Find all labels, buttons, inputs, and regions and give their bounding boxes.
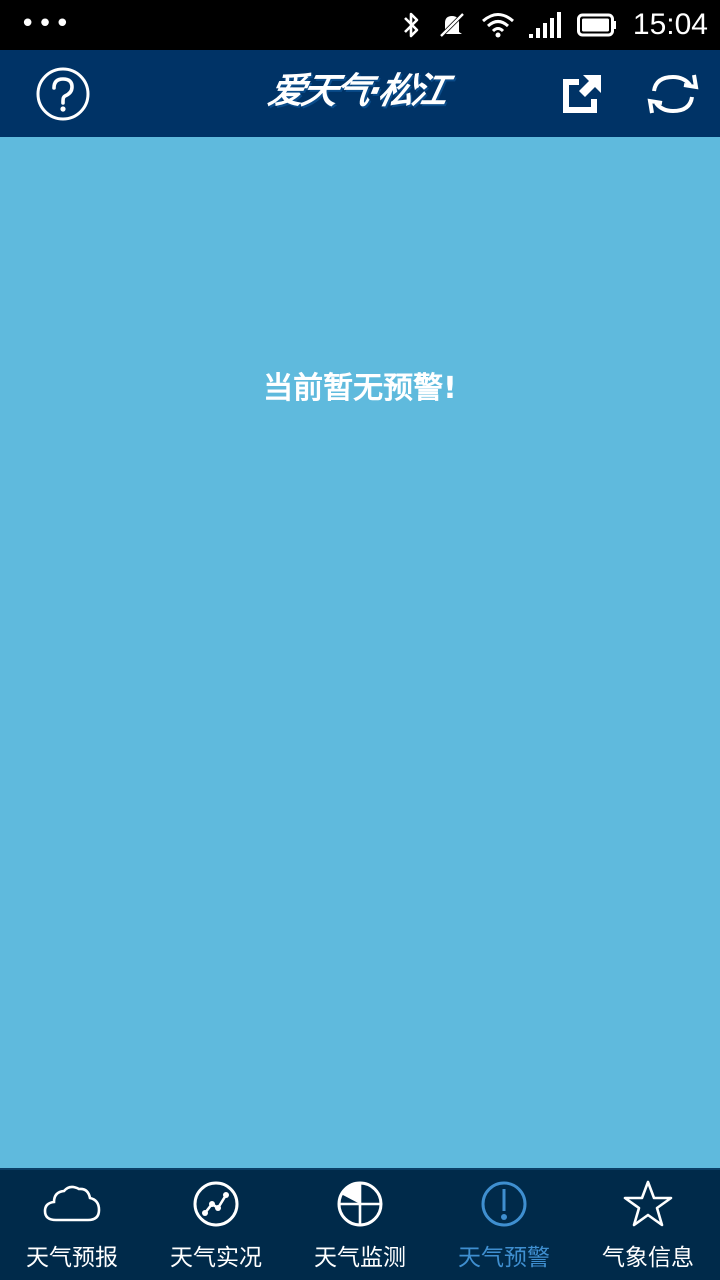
nav-label-warning: 天气预警 (458, 1245, 550, 1271)
status-time: 15:04 (632, 8, 708, 41)
status-icons: 15:04 (401, 0, 708, 50)
cloud-icon (43, 1185, 101, 1222)
help-button[interactable] (30, 50, 96, 137)
nav-item-info[interactable]: 气象信息 (576, 1170, 720, 1280)
alert-icon (481, 1181, 527, 1227)
star-icon (623, 1180, 673, 1227)
trend-icon (193, 1181, 239, 1227)
status-bar: ••• 15:04 (0, 0, 720, 50)
mute-icon (439, 12, 465, 38)
no-warning-message: 当前暂无预警! (263, 371, 457, 406)
refresh-icon (647, 74, 699, 113)
nav-label-info: 气象信息 (602, 1245, 694, 1271)
app-header: 爱天气·松江 (0, 50, 720, 137)
refresh-button[interactable] (640, 50, 706, 137)
battery-icon (576, 13, 616, 37)
nav-item-warning[interactable]: 天气预警 (432, 1170, 576, 1280)
nav-label-monitoring: 天气监测 (314, 1245, 406, 1271)
app-logo: 爱天气·松江 (265, 56, 450, 126)
wifi-icon (481, 13, 514, 38)
nav-item-monitoring[interactable]: 天气监测 (288, 1170, 432, 1280)
more-dots-icon: ••• (20, 9, 73, 39)
nav-label-forecast: 天气预报 (26, 1245, 118, 1271)
nav-label-observation: 天气实况 (170, 1245, 262, 1271)
radar-icon (337, 1181, 383, 1227)
nav-item-forecast[interactable]: 天气预报 (0, 1170, 144, 1280)
bluetooth-icon (404, 12, 419, 38)
warning-content: 当前暂无预警! (0, 137, 720, 1168)
signal-icon (528, 12, 561, 38)
logo-text: 爱天气·松江 (264, 71, 450, 112)
help-icon (36, 67, 90, 120)
share-icon (563, 74, 601, 113)
share-button[interactable] (554, 50, 610, 137)
nav-item-observation[interactable]: 天气实况 (144, 1170, 288, 1280)
bottom-nav: 天气预报 天气实况 天气监测 天气预警 气象信息 (0, 1168, 720, 1280)
